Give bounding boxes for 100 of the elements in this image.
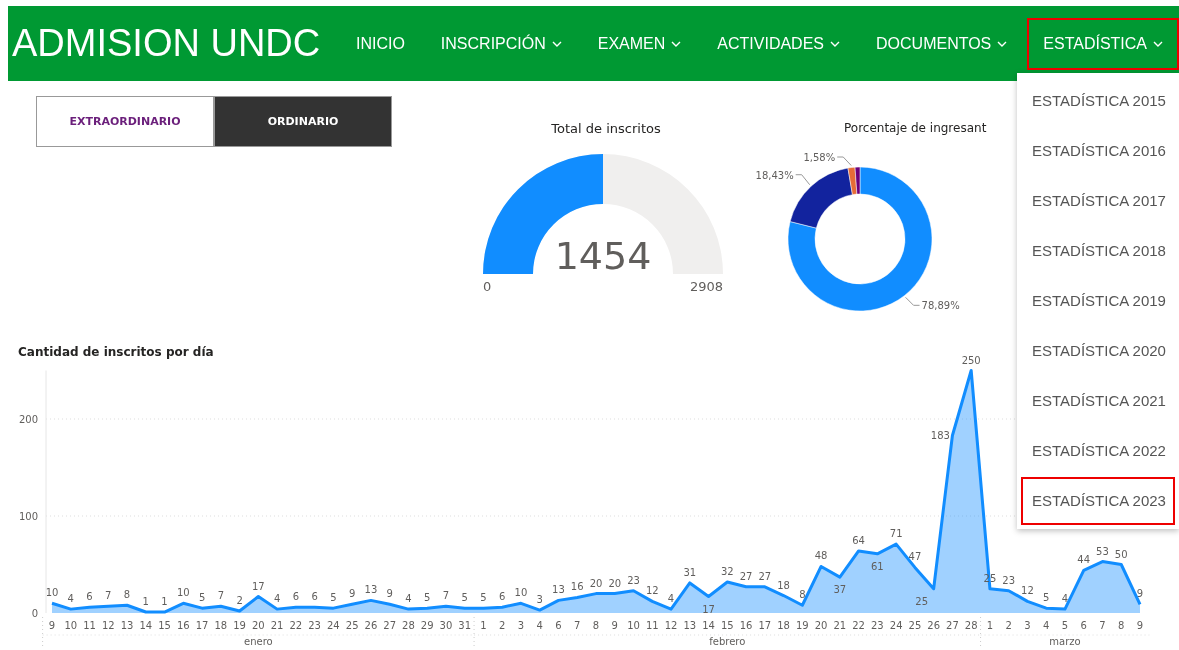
axis-tick-label: 7 xyxy=(1099,620,1106,631)
menu-item[interactable]: ESTADÍSTICA 2022 xyxy=(1021,427,1175,475)
data-label: 5 xyxy=(1043,592,1050,604)
data-label: 3 xyxy=(536,594,543,606)
nav-link[interactable]: DOCUMENTOS xyxy=(860,17,1024,70)
menu-item[interactable]: ESTADÍSTICA 2023 xyxy=(1021,477,1175,525)
data-label: 5 xyxy=(424,592,431,604)
axis-tick-label: 6 xyxy=(555,620,562,631)
axis-tick-label: 3 xyxy=(1024,620,1031,631)
toggle-button[interactable]: EXTRAORDINARIO xyxy=(36,96,214,147)
data-label: 9 xyxy=(348,588,356,600)
data-label: 5 xyxy=(198,592,206,604)
axis-tick-label: 10 xyxy=(64,620,78,631)
data-label: 6 xyxy=(499,591,506,603)
data-label: 10 xyxy=(176,587,190,599)
toggle-button[interactable]: ORDINARIO xyxy=(214,96,392,147)
axis-tick-label: 22 xyxy=(289,620,303,631)
nav-link[interactable]: ACTIVIDADES xyxy=(701,17,856,70)
leader-line xyxy=(836,156,852,166)
axis-tick-label: 5 xyxy=(1061,620,1069,631)
data-label: 23 xyxy=(627,574,640,586)
data-label: 64 xyxy=(852,534,865,546)
data-label: 4 xyxy=(1061,593,1069,605)
data-label: 7 xyxy=(442,590,450,602)
axis-tick-label: 28 xyxy=(964,620,978,631)
axis-tick-label: 11 xyxy=(83,620,96,631)
data-label: 6 xyxy=(311,591,318,603)
data-label: 13 xyxy=(552,584,565,596)
gauge-max: 2908 xyxy=(689,279,723,294)
chart-title: Cantidad de inscritos por día xyxy=(18,345,214,359)
axis-tick-label: 31 xyxy=(458,620,472,631)
data-label: 6 xyxy=(292,591,300,603)
data-label: 25 xyxy=(915,595,928,607)
data-label: 5 xyxy=(461,592,468,604)
data-label: 5 xyxy=(330,592,337,604)
axis-tick-label: 9 xyxy=(48,620,56,631)
data-label: 12 xyxy=(1021,585,1034,597)
menu-item[interactable]: ESTADÍSTICA 2015 xyxy=(1021,77,1175,125)
axis-tick-label: 3 xyxy=(517,620,525,631)
data-label: 48 xyxy=(814,550,828,562)
data-label: 27 xyxy=(739,570,753,582)
axis-tick-label: 17 xyxy=(195,620,209,631)
data-label: 4 xyxy=(667,593,675,605)
axis-tick-label: 27 xyxy=(383,620,396,631)
brand-title: ADMISION UNDC xyxy=(12,22,322,65)
axis-tick-label: 29 xyxy=(420,620,434,631)
axis-tick-label: 30 xyxy=(439,620,453,631)
menu-item[interactable]: ESTADÍSTICA 2019 xyxy=(1021,277,1175,325)
data-label: 31 xyxy=(683,566,697,578)
axis-tick-label: 4 xyxy=(536,620,543,631)
menu-item[interactable]: ESTADÍSTICA 2018 xyxy=(1021,227,1175,275)
axis-tick-label: 15 xyxy=(158,620,171,631)
axis-tick-label: 6 xyxy=(1080,620,1087,631)
data-label: 17 xyxy=(702,603,715,615)
data-label: 53 xyxy=(1096,545,1109,557)
axis-tick-label: 2 xyxy=(1005,620,1012,631)
data-label: 27 xyxy=(758,570,772,582)
gauge-value: 1454 xyxy=(554,234,652,278)
data-label: 37 xyxy=(833,584,847,596)
nav-link[interactable]: EXAMEN xyxy=(581,17,698,70)
axis-tick-label: 23 xyxy=(308,620,321,631)
data-label: 23 xyxy=(1002,574,1016,586)
gauge-min: 0 xyxy=(483,279,492,294)
data-label: 13 xyxy=(364,584,378,596)
menu-item[interactable]: ESTADÍSTICA 2020 xyxy=(1021,327,1175,375)
axis-tick-label: 19 xyxy=(796,620,809,631)
nav-link[interactable]: INSCRIPCIÓN xyxy=(424,17,578,70)
axis-tick-label: 9 xyxy=(1136,620,1144,631)
axis-group-label: febrero xyxy=(709,636,746,647)
data-label: 25 xyxy=(983,572,997,584)
data-label: 18,43% xyxy=(755,169,794,181)
axis-tick-label: 19 xyxy=(233,620,246,631)
axis-tick-label: 8 xyxy=(592,620,600,631)
leader-line xyxy=(795,174,811,186)
data-label: 16 xyxy=(570,581,584,593)
axis-tick-label: 1 xyxy=(986,620,994,631)
data-label: 6 xyxy=(86,591,93,603)
data-label: 10 xyxy=(514,587,528,599)
axis-tick-label: 4 xyxy=(1043,620,1050,631)
data-label: 9 xyxy=(386,588,393,600)
data-label: 1 xyxy=(161,596,168,608)
data-label: 2 xyxy=(236,595,243,607)
menu-item[interactable]: ESTADÍSTICA 2016 xyxy=(1021,127,1175,175)
nav-link[interactable]: ESTADÍSTICA xyxy=(1027,17,1179,70)
data-label: 7 xyxy=(217,590,224,602)
menu-item[interactable]: ESTADÍSTICA 2017 xyxy=(1021,177,1175,225)
axis-tick-label: 26 xyxy=(927,620,940,631)
axis-tick-label: 12 xyxy=(101,620,115,631)
axis-tick-label: 27 xyxy=(946,620,959,631)
axis-tick-label: 0 xyxy=(31,608,38,619)
axis-tick-label: 14 xyxy=(139,620,153,631)
data-label: 61 xyxy=(871,560,884,572)
data-label: 5 xyxy=(480,592,487,604)
axis-tick-label: 22 xyxy=(852,620,865,631)
axis-tick-label: 25 xyxy=(908,620,922,631)
data-label: 18 xyxy=(777,579,790,591)
menu-item[interactable]: ESTADÍSTICA 2021 xyxy=(1021,377,1175,425)
axis-tick-label: 14 xyxy=(702,620,715,631)
nav-link[interactable]: INICIO xyxy=(339,17,421,70)
data-label: 44 xyxy=(1077,554,1091,566)
